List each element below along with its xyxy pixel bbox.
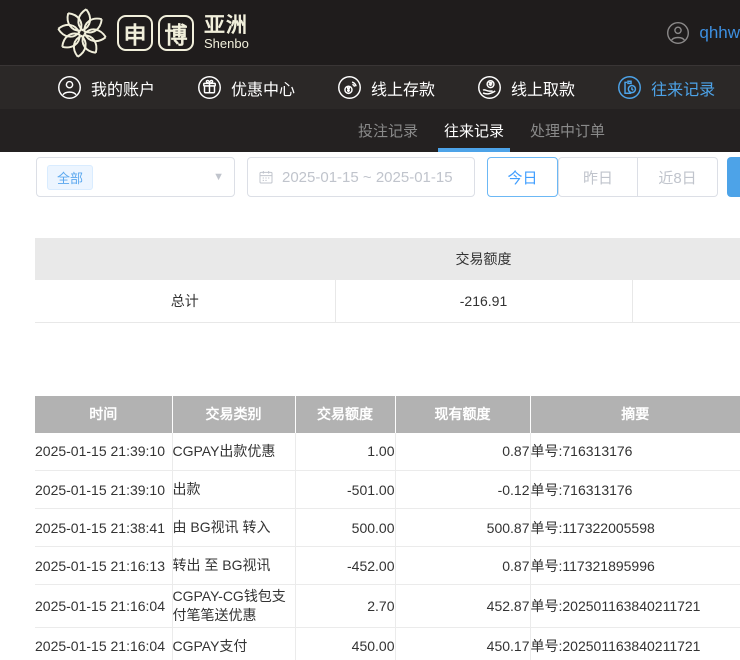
summary-header-empty <box>35 238 335 280</box>
col-header-type: 交易类别 <box>172 396 295 433</box>
table-row: 2025-01-15 21:39:10 CGPAY出款优惠 1.00 0.87 … <box>35 433 740 471</box>
cell-type: 由 BG视讯 转入 <box>172 509 295 547</box>
table-row: 2025-01-15 21:39:10 出款 -501.00 -0.12 单号:… <box>35 471 740 509</box>
date-range-value: 2025-01-15 ~ 2025-01-15 <box>282 169 453 186</box>
table-row: 2025-01-15 21:38:41 由 BG视讯 转入 500.00 500… <box>35 509 740 547</box>
type-select[interactable]: 全部 ▼ <box>36 157 235 197</box>
tab-transaction-records[interactable]: 往来记录 <box>444 109 504 152</box>
chevron-down-icon: ▼ <box>213 171 224 183</box>
summary-total-value: -216.91 <box>335 280 632 322</box>
cell-balance: 500.87 <box>395 509 530 547</box>
withdraw-icon <box>477 75 502 100</box>
col-header-time: 时间 <box>35 396 172 433</box>
cell-type: CGPAY出款优惠 <box>172 433 295 471</box>
nav-item-withdrawal[interactable]: 线上取款 <box>477 75 575 100</box>
logo-region-text: 亚洲 <box>204 15 249 37</box>
tab-label: 处理中订单 <box>530 120 605 141</box>
cell-type: CGPAY-CG钱包支付笔笔送优惠 <box>172 585 295 628</box>
cell-type: 出款 <box>172 471 295 509</box>
deposit-icon <box>337 75 362 100</box>
summary-total-label: 总计 <box>35 280 335 322</box>
brand-logo[interactable]: 申 博 亚洲 Shenbo <box>55 6 249 60</box>
records-subnav: 投注记录 往来记录 处理中订单 <box>0 109 740 152</box>
nav-label: 我的账户 <box>91 76 155 100</box>
cell-time: 2025-01-15 21:16:04 <box>35 627 172 660</box>
user-account[interactable]: qhhw <box>666 21 740 45</box>
cell-type: 转出 至 BG视讯 <box>172 547 295 585</box>
filter-bar: 全部 ▼ 2025-01-15 ~ 2025-01-15 今日 昨日 近8日 <box>36 157 740 197</box>
cell-balance: 0.87 <box>395 547 530 585</box>
summary-table: 交易额度 总计 -216.91 <box>35 238 740 323</box>
cell-balance: 0.87 <box>395 433 530 471</box>
nav-item-my-account[interactable]: 我的账户 <box>57 75 155 100</box>
logo-char-2: 博 <box>158 15 194 51</box>
summary-header-row: 交易额度 <box>35 238 740 280</box>
cell-balance: 450.17 <box>395 627 530 660</box>
logo-wordmark: 申 博 <box>117 15 194 51</box>
gift-icon <box>197 75 222 100</box>
cell-memo: 单号:202501163840211721 <box>530 585 740 628</box>
cell-amount: 500.00 <box>295 509 395 547</box>
summary-header-amount: 交易额度 <box>335 238 632 280</box>
last-8-days-button[interactable]: 近8日 <box>638 157 718 197</box>
tab-betting-records[interactable]: 投注记录 <box>358 109 418 152</box>
cell-time: 2025-01-15 21:16:13 <box>35 547 172 585</box>
table-row: 2025-01-15 21:16:04 CGPAY-CG钱包支付笔笔送优惠 2.… <box>35 585 740 628</box>
tab-pending-orders[interactable]: 处理中订单 <box>530 109 605 152</box>
col-header-amount: 交易额度 <box>295 396 395 433</box>
cell-time: 2025-01-15 21:16:04 <box>35 585 172 628</box>
logo-char-1: 申 <box>117 15 153 51</box>
nav-label: 线上存款 <box>371 76 435 100</box>
cell-balance: 452.87 <box>395 585 530 628</box>
cell-amount: -501.00 <box>295 471 395 509</box>
cell-type: CGPAY支付 <box>172 627 295 660</box>
summary-header-empty <box>632 238 740 280</box>
main-nav: 我的账户 优惠中心 线上存款 线上取款 <box>0 65 740 109</box>
tab-label: 投注记录 <box>358 120 418 141</box>
date-range-input[interactable]: 2025-01-15 ~ 2025-01-15 <box>247 157 475 197</box>
type-select-value: 全部 <box>47 165 93 190</box>
records-icon <box>617 75 642 100</box>
nav-label: 线上取款 <box>511 76 575 100</box>
logo-subtitle: Shenbo <box>204 37 249 51</box>
cell-amount: 1.00 <box>295 433 395 471</box>
table-row: 2025-01-15 21:16:13 转出 至 BG视讯 -452.00 0.… <box>35 547 740 585</box>
account-icon <box>57 75 82 100</box>
col-header-memo: 摘要 <box>530 396 740 433</box>
user-avatar-icon <box>666 21 690 45</box>
cell-time: 2025-01-15 21:39:10 <box>35 471 172 509</box>
cell-time: 2025-01-15 21:39:10 <box>35 433 172 471</box>
nav-item-deposit[interactable]: 线上存款 <box>337 75 435 100</box>
search-button[interactable] <box>727 157 740 197</box>
cell-memo: 单号:117321895996 <box>530 547 740 585</box>
nav-item-promotions[interactable]: 优惠中心 <box>197 75 295 100</box>
summary-total-row: 总计 -216.91 <box>35 280 740 322</box>
cell-balance: -0.12 <box>395 471 530 509</box>
yesterday-button[interactable]: 昨日 <box>558 157 638 197</box>
username[interactable]: qhhw <box>699 23 740 43</box>
top-header: 申 博 亚洲 Shenbo qhhw <box>0 0 740 65</box>
cell-time: 2025-01-15 21:38:41 <box>35 509 172 547</box>
transactions-table: 时间 交易类别 交易额度 现有额度 摘要 2025-01-15 21:39:10… <box>35 396 740 660</box>
cell-memo: 单号:117322005598 <box>530 509 740 547</box>
nav-label: 往来记录 <box>651 76 715 100</box>
cell-memo: 单号:202501163840211721 <box>530 627 740 660</box>
nav-label: 优惠中心 <box>231 76 295 100</box>
cell-memo: 单号:716313176 <box>530 471 740 509</box>
cell-amount: 2.70 <box>295 585 395 628</box>
cell-amount: -452.00 <box>295 547 395 585</box>
today-button[interactable]: 今日 <box>487 157 558 197</box>
nav-item-transactions[interactable]: 往来记录 <box>617 75 715 100</box>
table-header-row: 时间 交易类别 交易额度 现有额度 摘要 <box>35 396 740 433</box>
tab-label: 往来记录 <box>444 120 504 141</box>
summary-empty-cell <box>632 280 740 322</box>
table-row: 2025-01-15 21:16:04 CGPAY支付 450.00 450.1… <box>35 627 740 660</box>
cell-amount: 450.00 <box>295 627 395 660</box>
col-header-balance: 现有额度 <box>395 396 530 433</box>
cell-memo: 单号:716313176 <box>530 433 740 471</box>
flower-logo-icon <box>55 6 109 60</box>
quick-date-buttons: 今日 昨日 近8日 <box>487 157 718 197</box>
calendar-icon <box>258 169 274 185</box>
